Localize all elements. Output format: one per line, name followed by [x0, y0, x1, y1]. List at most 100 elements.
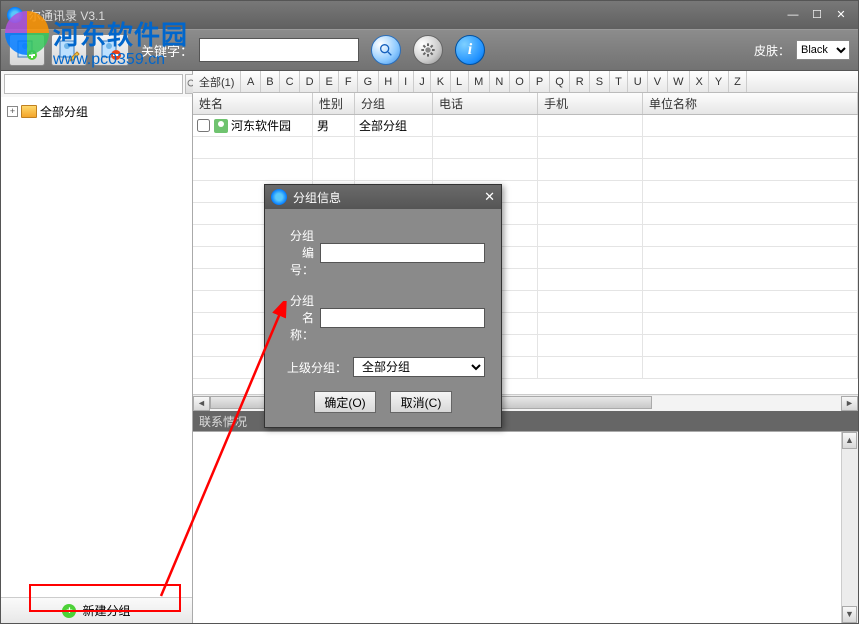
- edit-contact-button[interactable]: [51, 34, 87, 66]
- alpha-M[interactable]: M: [469, 71, 490, 92]
- expand-icon[interactable]: +: [7, 106, 18, 117]
- person-add-icon: [15, 38, 39, 62]
- sidebar: + 全部分组 + 新建分组: [1, 71, 193, 623]
- keyword-label: 关键字：: [141, 41, 193, 60]
- alpha-U[interactable]: U: [628, 71, 648, 92]
- parent-group-select[interactable]: 全部分组: [353, 357, 485, 377]
- cancel-button[interactable]: 取消(C): [390, 391, 452, 413]
- col-mobile[interactable]: 手机: [538, 93, 643, 114]
- tree-root-label: 全部分组: [40, 103, 88, 120]
- maximize-button[interactable]: ☐: [806, 6, 828, 24]
- plus-icon: +: [62, 604, 76, 618]
- alpha-E[interactable]: E: [320, 71, 339, 92]
- tree-root-item[interactable]: + 全部分组: [3, 101, 190, 122]
- alpha-S[interactable]: S: [590, 71, 609, 92]
- col-group[interactable]: 分组: [355, 93, 433, 114]
- alpha-G[interactable]: G: [358, 71, 379, 92]
- alpha-A[interactable]: A: [241, 71, 260, 92]
- contact-bar-label: 联系情况: [199, 413, 247, 430]
- alpha-B[interactable]: B: [261, 71, 280, 92]
- group-name-label: 分组名称：: [281, 292, 314, 343]
- table-row[interactable]: 河东软件园 男 全部分组: [193, 115, 858, 137]
- sidebar-search-row: [1, 71, 192, 97]
- scroll-down-icon[interactable]: ▼: [842, 606, 857, 623]
- alpha-Q[interactable]: Q: [550, 71, 571, 92]
- alpha-J[interactable]: J: [414, 71, 432, 92]
- group-id-input[interactable]: [320, 243, 485, 263]
- gear-icon: [420, 42, 436, 58]
- app-title: 尔通讯录 V3.1: [29, 7, 780, 24]
- skin-label: 皮肤：: [754, 42, 790, 59]
- alpha-P[interactable]: P: [530, 71, 549, 92]
- alpha-O[interactable]: O: [510, 71, 531, 92]
- alpha-R[interactable]: R: [570, 71, 590, 92]
- info-icon: i: [468, 41, 472, 59]
- cell-name-text: 河东软件园: [231, 117, 291, 134]
- col-name[interactable]: 姓名: [193, 93, 313, 114]
- sidebar-search-input[interactable]: [4, 74, 183, 94]
- alpha-N[interactable]: N: [490, 71, 510, 92]
- table-row: [193, 159, 858, 181]
- field-group-name: 分组名称：: [281, 292, 485, 343]
- alpha-X[interactable]: X: [690, 71, 709, 92]
- group-info-dialog: 分组信息 ✕ 分组编号： 分组名称： 上级分组： 全部分组 确定(O) 取消(C…: [264, 184, 502, 428]
- alpha-I[interactable]: I: [399, 71, 414, 92]
- group-name-input[interactable]: [320, 308, 485, 328]
- alpha-Z[interactable]: Z: [729, 71, 748, 92]
- person-icon: [214, 119, 228, 133]
- dialog-icon: [271, 189, 287, 205]
- alpha-K[interactable]: K: [431, 71, 450, 92]
- dialog-title-text: 分组信息: [293, 189, 341, 206]
- cell-group: 全部分组: [355, 115, 433, 136]
- titlebar: 尔通讯录 V3.1 — ☐ ✕: [1, 1, 858, 29]
- alpha-L[interactable]: L: [451, 71, 469, 92]
- field-parent-group: 上级分组： 全部分组: [281, 357, 485, 377]
- person-delete-icon: [99, 38, 123, 62]
- vertical-scrollbar[interactable]: ▲ ▼: [841, 432, 858, 623]
- ok-button[interactable]: 确定(O): [314, 391, 376, 413]
- alpha-all[interactable]: 全部(1): [193, 71, 241, 92]
- alpha-T[interactable]: T: [610, 71, 629, 92]
- about-button[interactable]: i: [455, 35, 485, 65]
- alpha-F[interactable]: F: [339, 71, 358, 92]
- col-phone[interactable]: 电话: [433, 93, 538, 114]
- cell-mobile: [538, 115, 643, 136]
- close-button[interactable]: ✕: [830, 6, 852, 24]
- app-icon: [7, 7, 23, 23]
- new-group-label: 新建分组: [82, 602, 130, 619]
- dialog-titlebar[interactable]: 分组信息 ✕: [265, 185, 501, 209]
- delete-contact-button[interactable]: [93, 34, 129, 66]
- scroll-right-icon[interactable]: ►: [841, 396, 858, 411]
- cell-sex: 男: [313, 115, 355, 136]
- alpha-V[interactable]: V: [648, 71, 667, 92]
- minimize-button[interactable]: —: [782, 6, 804, 24]
- alpha-filter-row: 全部(1) ABCDEFGHIJKLMNOPQRSTUVWXYZ: [193, 71, 858, 93]
- dialog-close-button[interactable]: ✕: [484, 189, 495, 205]
- alpha-C[interactable]: C: [280, 71, 300, 92]
- cell-name: 河东软件园: [193, 115, 313, 136]
- person-edit-icon: [57, 38, 81, 62]
- alpha-D[interactable]: D: [300, 71, 320, 92]
- grid-header: 姓名 性别 分组 电话 手机 单位名称: [193, 93, 858, 115]
- cell-phone: [433, 115, 538, 136]
- search-button[interactable]: [371, 35, 401, 65]
- new-group-button[interactable]: + 新建分组: [1, 597, 192, 623]
- row-checkbox[interactable]: [197, 119, 210, 132]
- scroll-left-icon[interactable]: ◄: [193, 396, 210, 411]
- col-sex[interactable]: 性别: [313, 93, 355, 114]
- col-company[interactable]: 单位名称: [643, 93, 858, 114]
- cell-company: [643, 115, 858, 136]
- skin-select[interactable]: Black: [796, 40, 850, 60]
- keyword-input[interactable]: [199, 38, 359, 62]
- scroll-up-icon[interactable]: ▲: [842, 432, 857, 449]
- toolbar: 关键字： i 皮肤： Black: [1, 29, 858, 71]
- parent-group-label: 上级分组：: [281, 359, 347, 376]
- dialog-body: 分组编号： 分组名称： 上级分组： 全部分组 确定(O) 取消(C): [265, 209, 501, 427]
- alpha-W[interactable]: W: [668, 71, 690, 92]
- add-contact-button[interactable]: [9, 34, 45, 66]
- alpha-Y[interactable]: Y: [709, 71, 728, 92]
- settings-button[interactable]: [413, 35, 443, 65]
- folder-icon: [21, 105, 37, 118]
- table-row: [193, 137, 858, 159]
- alpha-H[interactable]: H: [379, 71, 399, 92]
